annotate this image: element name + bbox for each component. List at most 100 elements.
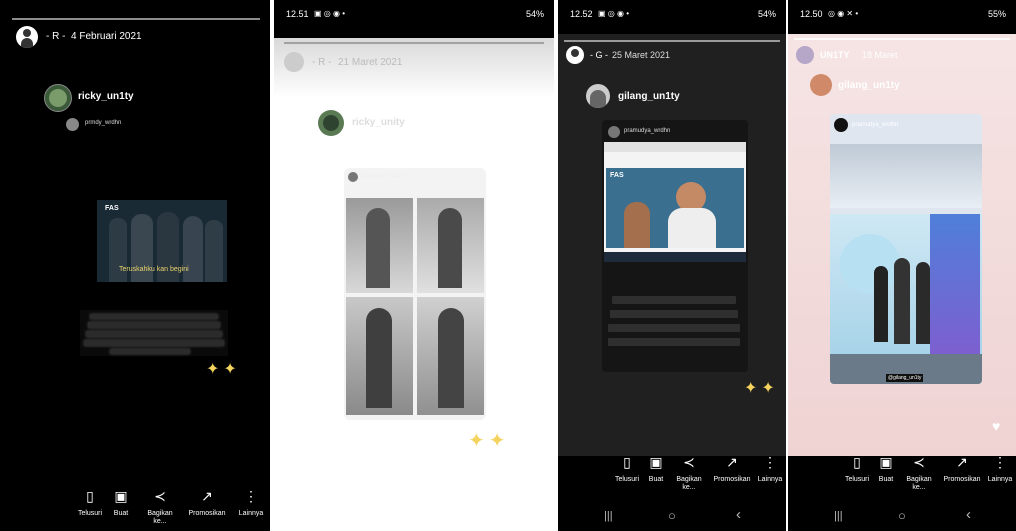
video-caption: FAS (105, 205, 119, 212)
avatar[interactable] (348, 172, 358, 182)
status-bar: 12.50 ◎ ◉ ✕ • 55% (788, 4, 1016, 22)
explore-button[interactable]: ▯ Telusuri (74, 488, 106, 518)
create-button[interactable]: ▣ Buat (644, 454, 668, 484)
story-username[interactable]: gilang_un1ty (838, 80, 900, 91)
story-username[interactable]: ricky_unity (352, 117, 405, 128)
story-screen: - R - 21 Maret 2021 ricky_unity pramudya… (274, 38, 554, 531)
explore-icon: ▯ (623, 454, 631, 470)
explore-button[interactable]: ▯ Telusuri (612, 454, 642, 484)
create-button[interactable]: ▣ Buat (108, 488, 134, 518)
recents-button[interactable]: ||| (604, 510, 613, 522)
more-icon: ⋮ (993, 454, 1007, 470)
more-button[interactable]: ⋮ Lainnya (754, 454, 786, 484)
avatar[interactable] (16, 26, 38, 48)
photo-tag[interactable]: @gilang_un1ty (886, 374, 924, 382)
status-bar: 12.51 ▣ ◎ ◉ • 54% (274, 4, 554, 22)
video-subtitle: Teruskahku kan begini (119, 266, 189, 273)
video-caption: FAS (610, 172, 624, 179)
story-header-blur (274, 38, 554, 98)
story-panel-3: 12.52 ▣ ◎ ◉ • 54% - G - 25 Maret 2021 gi… (558, 0, 786, 531)
story-author-name[interactable]: - R - (312, 57, 331, 68)
explore-icon: ▯ (86, 488, 94, 504)
promote-button[interactable]: ↗ Promosikan (710, 454, 754, 484)
avatar[interactable] (566, 46, 584, 64)
share-button[interactable]: ≺ Bagikan ke... (672, 454, 706, 492)
story-panel-4: 12.50 ◎ ◉ ✕ • 55% UN1TY 18 Maret gilang_… (788, 0, 1016, 531)
mention-tag[interactable]: prmdy_wrdhn (85, 120, 121, 126)
avatar[interactable] (810, 74, 832, 96)
status-time: 12.51 (286, 9, 309, 19)
back-button[interactable]: ‹ (736, 506, 741, 523)
avatar[interactable] (44, 84, 72, 112)
more-button[interactable]: ⋮ Lainnya (234, 488, 268, 518)
recents-button[interactable]: ||| (834, 510, 843, 522)
story-date: 4 Februari 2021 (71, 31, 142, 42)
story-author-name[interactable]: - R - (46, 31, 65, 42)
mention-tag[interactable]: pramudya_wrdhn (624, 128, 670, 134)
video-frame: FAS Teruskahku kan begini (97, 200, 227, 282)
story-screen: UN1TY 18 Maret gilang_un1ty pramudya_wrd… (788, 34, 1016, 456)
keyboard-image (80, 310, 228, 356)
promote-icon: ↗ (956, 454, 968, 470)
sparkle-sticker: ✦✦ (468, 430, 510, 452)
story-username[interactable]: ricky_un1ty (78, 91, 134, 102)
avatar[interactable] (318, 110, 344, 136)
share-icon: ≺ (683, 454, 695, 470)
status-time: 12.52 (570, 9, 593, 19)
concert-photo: pramudya_wrdhn @gilang_un1ty (830, 114, 982, 384)
battery-indicator: 54% (757, 9, 776, 19)
progress-segment (284, 42, 544, 44)
story-screen: - G - 25 Maret 2021 gilang_un1ty pramudy… (558, 34, 786, 456)
more-icon: ⋮ (763, 454, 777, 470)
mention-tag[interactable]: pramudya_wrdhn (361, 173, 407, 179)
share-icon: ≺ (154, 488, 166, 504)
progress-segment (12, 18, 260, 20)
promote-icon: ↗ (201, 488, 213, 504)
photo-collage: pramudya_wrdhn (344, 168, 486, 420)
video-photo: pramudya_wrdhn FAS (602, 120, 748, 372)
avatar[interactable] (796, 46, 814, 64)
mention-tag[interactable]: pramudya_wrdhn (852, 122, 898, 128)
progress-segment (564, 40, 780, 42)
avatar[interactable] (834, 118, 848, 132)
battery-indicator: 54% (525, 9, 544, 19)
notification-icons: ▣ ◎ ◉ • (314, 9, 345, 18)
promote-icon: ↗ (726, 454, 738, 470)
story-date: 21 Maret 2021 (338, 57, 403, 68)
avatar[interactable] (284, 52, 304, 72)
avatar[interactable] (586, 84, 610, 108)
more-icon: ⋮ (244, 488, 258, 504)
notification-icons: ▣ ◎ ◉ • (598, 9, 629, 18)
promote-button[interactable]: ↗ Promosikan (184, 488, 230, 518)
share-button[interactable]: ≺ Bagikan ke... (902, 454, 936, 492)
status-bar: 12.52 ▣ ◎ ◉ • 54% (558, 4, 786, 22)
share-button[interactable]: ≺ Bagikan ke... (142, 488, 178, 526)
story-author-name[interactable]: UN1TY (820, 50, 850, 60)
story-date: 18 Maret (862, 50, 898, 60)
avatar[interactable] (608, 126, 620, 138)
explore-icon: ▯ (853, 454, 861, 470)
story-username[interactable]: gilang_un1ty (618, 91, 680, 102)
avatar[interactable] (66, 118, 79, 131)
create-icon: ▣ (114, 488, 128, 504)
laptop-screen: FAS (604, 142, 746, 262)
progress-segment (794, 38, 1010, 40)
heart-icon[interactable]: ♥ (992, 418, 1000, 434)
create-icon: ▣ (649, 454, 663, 470)
more-button[interactable]: ⋮ Lainnya (984, 454, 1016, 484)
home-button[interactable]: ○ (898, 508, 906, 523)
story-author-name[interactable]: - G - (590, 50, 608, 60)
share-icon: ≺ (913, 454, 925, 470)
sparkle-sticker: ✦✦ (744, 380, 779, 397)
battery-indicator: 55% (987, 9, 1006, 19)
notification-icons: ◎ ◉ ✕ • (828, 9, 859, 18)
story-panel-1: - R - 4 Februari 2021 ricky_un1ty prmdy_… (0, 0, 270, 531)
create-button[interactable]: ▣ Buat (874, 454, 898, 484)
back-button[interactable]: ‹ (966, 506, 971, 523)
sparkle-sticker: ✦✦ (206, 361, 241, 378)
explore-button[interactable]: ▯ Telusuri (842, 454, 872, 484)
home-button[interactable]: ○ (668, 508, 676, 523)
promote-button[interactable]: ↗ Promosikan (940, 454, 984, 484)
story-date: 25 Maret 2021 (612, 50, 671, 60)
create-icon: ▣ (879, 454, 893, 470)
